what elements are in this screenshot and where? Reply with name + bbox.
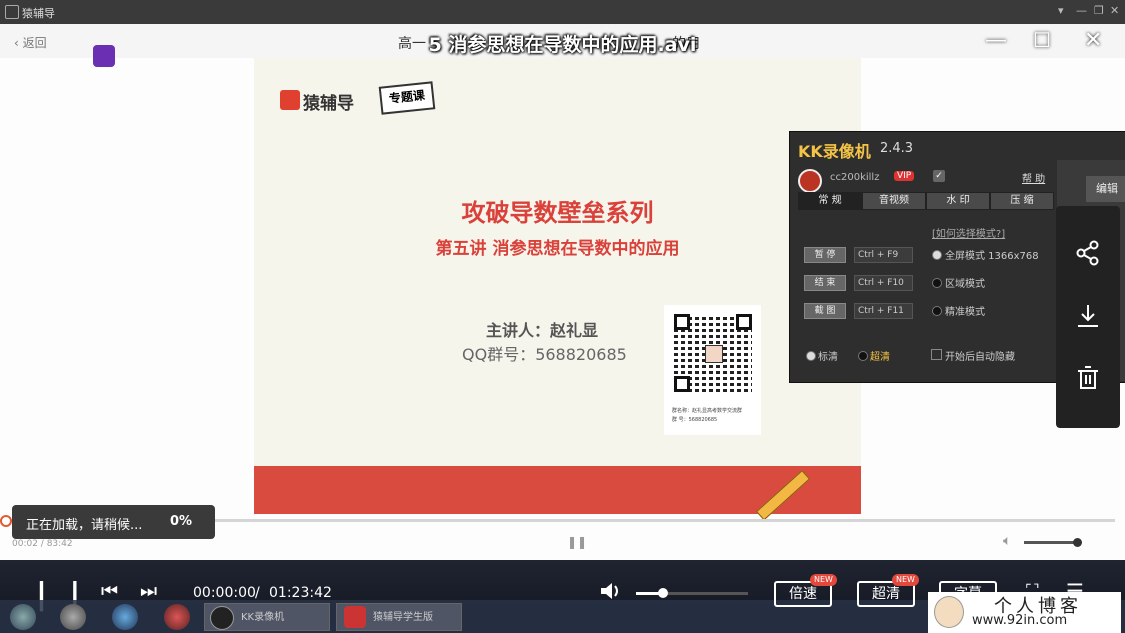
- qr-finder: [736, 314, 752, 330]
- kk-version: 2.4.3: [880, 141, 914, 156]
- kk-user-dropdown-icon[interactable]: ✓: [933, 170, 945, 182]
- loading-text: 正在加载，请稍候...: [26, 518, 143, 533]
- cartoon-face-icon: [934, 596, 964, 628]
- start-button-icon[interactable]: [10, 604, 36, 630]
- time-separator: /: [255, 585, 260, 601]
- kk-auto-hide-label: 开始后自动隐藏: [945, 352, 1015, 363]
- qr-finder: [674, 376, 690, 392]
- kk-quality-label: 超清: [870, 352, 890, 363]
- volume-knob[interactable]: [657, 588, 668, 598]
- kk-hotkey-select[interactable]: Ctrl + F10: [854, 275, 913, 291]
- slide-tag: 专题课: [378, 81, 436, 115]
- kk-mode-label: 精准模式: [945, 307, 985, 318]
- kk-tab-watermark[interactable]: 水 印: [926, 192, 990, 210]
- kk-mode-radio-fullscreen[interactable]: [932, 250, 942, 260]
- kk-quality-radio-sd[interactable]: [806, 351, 816, 361]
- kk-tab-bar: 常 规 音视频 水 印 压 缩: [798, 192, 1056, 210]
- qr-note: 群 号：568820685: [672, 417, 718, 423]
- slide-subtitle: 第五讲 消参思想在导数中的应用: [435, 239, 680, 259]
- underlying-volume-knob[interactable]: [1073, 538, 1082, 547]
- new-badge: NEW: [892, 574, 919, 586]
- app-titlebar: 猿辅导 ▾ — ❐ ✕: [0, 0, 1125, 24]
- yuanfudao-task-icon: [344, 606, 366, 628]
- qr-center-avatar-icon: [705, 345, 723, 363]
- kk-vip-badge: VIP: [894, 171, 915, 181]
- loading-percent: 0%: [170, 514, 193, 529]
- minimize-icon[interactable]: —: [1076, 4, 1087, 17]
- brand-logo-icon: [280, 90, 300, 110]
- seek-handle[interactable]: [0, 515, 12, 527]
- loading-toast: 正在加载，请稍候... 0%: [12, 505, 215, 539]
- qr-finder: [674, 314, 690, 330]
- share-icon[interactable]: [1073, 239, 1103, 269]
- trash-icon[interactable]: [1073, 364, 1103, 394]
- kk-mode-label: 区域模式: [945, 279, 985, 290]
- close-player-icon[interactable]: ✕: [1084, 28, 1102, 53]
- kk-screenshot-button[interactable]: 截 图: [804, 303, 846, 319]
- maximize-player-icon[interactable]: ☐: [1033, 28, 1051, 52]
- kk-quality-label: 标清: [818, 352, 838, 363]
- dropdown-icon[interactable]: ▾: [1058, 4, 1064, 17]
- kk-stop-button[interactable]: 结 束: [804, 275, 846, 291]
- kk-mode-radio-region[interactable]: [932, 278, 942, 288]
- kk-username: cc200killz: [830, 172, 880, 183]
- kk-mode-label: 全屏模式 1366x768: [945, 251, 1039, 262]
- kk-avatar[interactable]: [798, 169, 822, 193]
- minimize-player-icon[interactable]: —: [985, 28, 1007, 53]
- kk-tab-general[interactable]: 常 规: [798, 192, 862, 210]
- taskbar-app-icon[interactable]: [60, 604, 86, 630]
- new-badge: NEW: [810, 574, 837, 586]
- kk-task-icon: [210, 606, 234, 630]
- kk-title: KK录像机: [798, 142, 871, 161]
- kk-pause-button[interactable]: 暂 停: [804, 247, 846, 263]
- underlying-volume-icon[interactable]: 🔈︎: [1003, 533, 1011, 549]
- time-total: 01:23:42: [269, 585, 332, 601]
- app-logo-icon: [5, 5, 19, 19]
- browser-icon[interactable]: [112, 604, 138, 630]
- time-current: 00:00:00: [193, 585, 256, 601]
- kk-auto-hide-checkbox[interactable]: [931, 349, 942, 360]
- underlying-time: 00:02 / 83:42: [12, 539, 73, 549]
- lecture-slide: [254, 58, 861, 514]
- app-name: 猿辅导: [22, 7, 55, 20]
- next-icon[interactable]: ⏭︎: [140, 580, 157, 602]
- kk-tab-av[interactable]: 音视频: [862, 192, 926, 210]
- slide-title: 攻破导数壁垒系列: [461, 199, 654, 227]
- slide-brand: 猿辅导: [303, 94, 354, 114]
- kk-how-to-choose-link[interactable]: [如何选择模式?]: [932, 225, 1005, 240]
- video-title: 5 消参思想在导数中的应用.avi: [428, 34, 697, 56]
- kk-hotkey-select[interactable]: Ctrl + F9: [854, 247, 913, 263]
- restore-icon[interactable]: ❐: [1094, 4, 1104, 17]
- kk-quality-radio-hd[interactable]: [858, 351, 868, 361]
- underlying-volume-track[interactable]: [1024, 541, 1079, 544]
- close-window-icon[interactable]: ✕: [1110, 4, 1119, 17]
- kk-edit-button[interactable]: 编辑: [1086, 176, 1125, 202]
- kk-tab-compress[interactable]: 压 缩: [990, 192, 1054, 210]
- download-icon[interactable]: [1073, 302, 1103, 332]
- slide-qq-group: QQ群号：568820685: [462, 345, 627, 364]
- watermark-url: www.92in.com: [972, 613, 1068, 628]
- kk-help-link[interactable]: 帮 助: [1022, 170, 1045, 185]
- kk-mode-radio-precise[interactable]: [932, 306, 942, 316]
- slide-lecturer: 主讲人：赵礼显: [486, 321, 599, 340]
- qr-note: 群名称：赵礼显高考数学交流群: [672, 408, 743, 414]
- taskbar-app-icon[interactable]: [164, 604, 190, 630]
- kk-hotkey-select[interactable]: Ctrl + F11: [854, 303, 913, 319]
- underlying-pause-icon[interactable]: ❚❚: [567, 535, 587, 549]
- previous-icon[interactable]: ⏮︎: [101, 580, 118, 602]
